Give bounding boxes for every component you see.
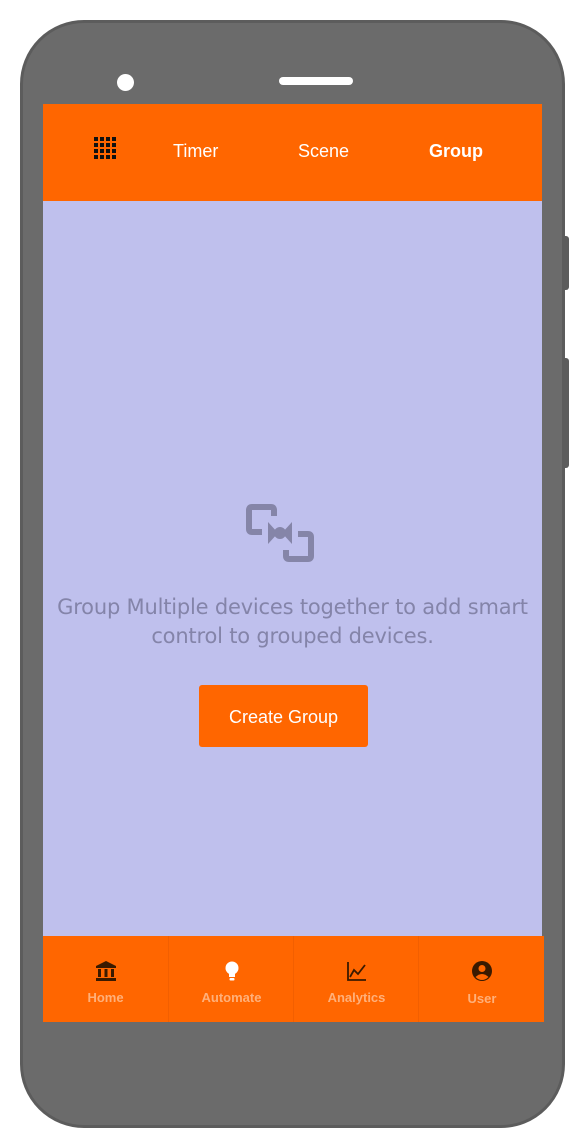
power-button bbox=[563, 236, 569, 290]
nav-item-automate[interactable]: Automate bbox=[168, 936, 294, 1022]
nav-label-automate: Automate bbox=[201, 990, 262, 1005]
account-circle-icon bbox=[472, 961, 492, 981]
lightbulb-icon bbox=[225, 961, 238, 981]
create-group-button[interactable]: Create Group bbox=[199, 685, 368, 747]
empty-state-message: Group Multiple devices together to add s… bbox=[57, 595, 528, 648]
bank-icon bbox=[95, 961, 116, 981]
grid-icon[interactable] bbox=[94, 137, 118, 161]
tab-scene[interactable]: Scene bbox=[298, 140, 349, 162]
volume-button bbox=[563, 358, 569, 468]
group-devices-icon bbox=[246, 504, 314, 562]
nav-item-user[interactable]: User bbox=[418, 936, 545, 1022]
nav-item-analytics[interactable]: Analytics bbox=[293, 936, 419, 1022]
line-chart-icon bbox=[346, 962, 366, 981]
nav-label-home: Home bbox=[87, 990, 124, 1005]
earpiece-speaker bbox=[279, 77, 353, 85]
top-app-bar: Timer Scene Group bbox=[43, 104, 542, 201]
nav-label-user: User bbox=[467, 991, 497, 1006]
app-screen: Timer Scene Group Group Multiple devices… bbox=[43, 104, 542, 1021]
nav-item-home[interactable]: Home bbox=[43, 936, 168, 1022]
front-camera bbox=[117, 74, 134, 91]
nav-label-analytics: Analytics bbox=[327, 990, 386, 1005]
tab-timer[interactable]: Timer bbox=[173, 140, 218, 162]
tab-group[interactable]: Group bbox=[429, 140, 483, 162]
bottom-navigation: Home Automate Analytics User bbox=[43, 936, 544, 1022]
